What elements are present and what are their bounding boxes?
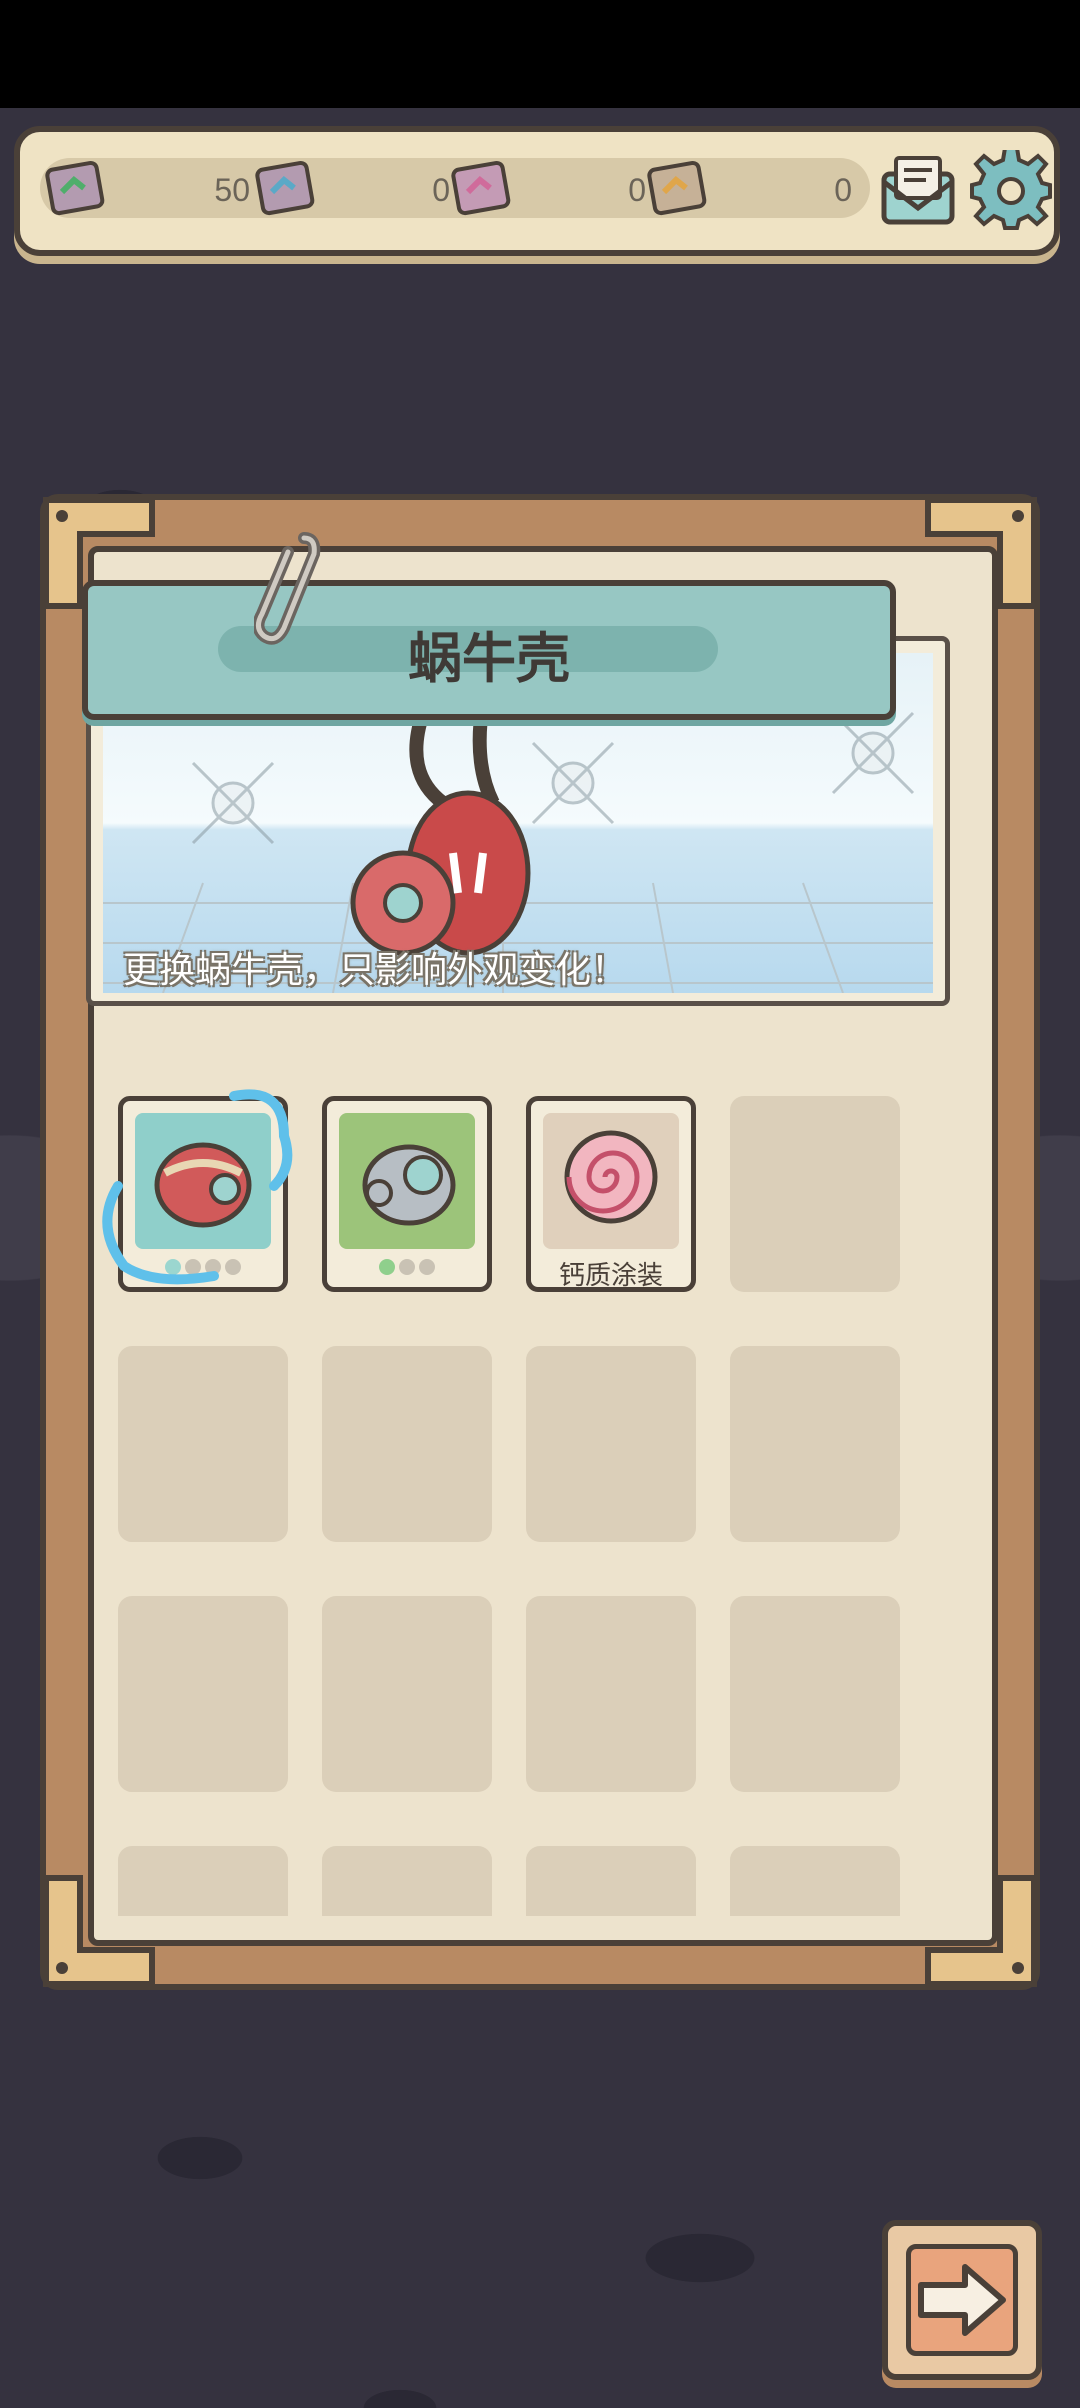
empty-slot (118, 1596, 288, 1792)
next-button-face (906, 2244, 1018, 2356)
empty-slot (526, 1846, 696, 1916)
ticket-icon (45, 160, 105, 216)
shell-grid: 钙质涂装 (88, 1056, 952, 1916)
empty-slot (322, 1596, 492, 1792)
empty-slot (730, 1096, 900, 1292)
ticket-icon (255, 160, 315, 216)
gear-icon[interactable] (970, 150, 1052, 232)
shell-item-steel[interactable] (322, 1096, 492, 1292)
panel-title: 蜗牛壳 (408, 627, 570, 690)
status-bar (0, 0, 1080, 108)
empty-slot (118, 1346, 288, 1542)
paperclip-icon (254, 532, 321, 645)
steel-shell-icon (339, 1113, 475, 1249)
ticket-icon (451, 160, 511, 216)
resource-slot-1[interactable]: 50 (40, 156, 250, 222)
level-dots (123, 1259, 283, 1279)
arrow-right-icon (918, 2264, 1006, 2336)
shell-description: 更换蜗牛壳，只影响外观变化！ (123, 950, 628, 991)
resource-bar: 50 0 0 0 (14, 126, 1060, 256)
title-banner: 蜗牛壳 (82, 580, 896, 720)
red-shell-icon (135, 1113, 271, 1249)
empty-slot (526, 1346, 696, 1542)
spiral-shell-icon (543, 1113, 679, 1249)
empty-slot (322, 1346, 492, 1542)
resource-value: 0 (834, 172, 852, 208)
level-dots (327, 1259, 487, 1279)
item-label: 钙质涂装 (558, 1261, 663, 1291)
resource-slot-4[interactable]: 0 (642, 156, 852, 222)
resource-slot-2[interactable]: 0 (250, 156, 450, 222)
mail-icon[interactable] (876, 152, 960, 228)
ticket-icon (647, 160, 707, 216)
empty-slot (730, 1596, 900, 1792)
empty-slot (730, 1846, 900, 1916)
empty-slot (730, 1346, 900, 1542)
resource-slot-3[interactable]: 0 (446, 156, 646, 222)
empty-slot (322, 1846, 492, 1916)
panel-paper: 更换蜗牛壳，只影响外观变化！ 蜗牛壳 钙质涂装 (82, 532, 998, 1946)
resource-value: 50 (214, 172, 250, 208)
snail-character (350, 701, 531, 956)
shell-item-calcium[interactable]: 钙质涂装 (526, 1096, 696, 1292)
shell-panel: 更换蜗牛壳，只影响外观变化！ 蜗牛壳 钙质涂装 (40, 494, 1040, 1990)
next-button[interactable] (882, 2220, 1042, 2380)
empty-slot (118, 1846, 288, 1916)
empty-slot (526, 1596, 696, 1792)
shell-item-red[interactable] (118, 1096, 288, 1292)
